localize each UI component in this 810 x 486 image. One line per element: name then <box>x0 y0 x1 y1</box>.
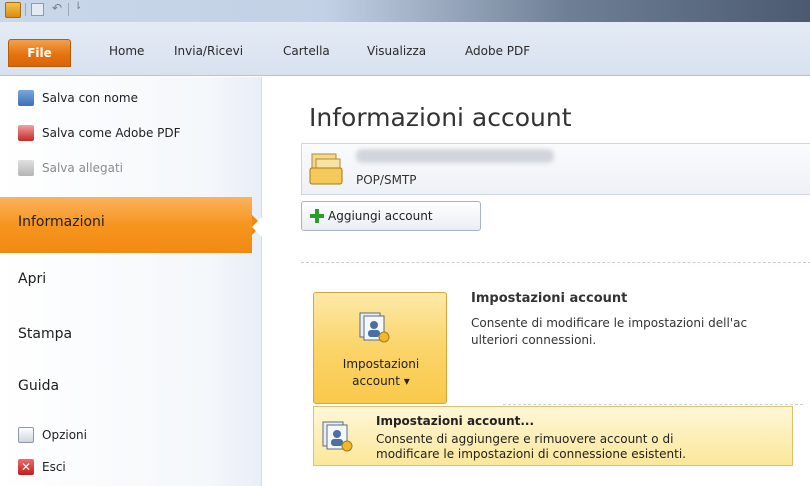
selection-pointer <box>252 217 262 237</box>
section-divider <box>503 404 803 405</box>
options-button[interactable]: Opzioni <box>18 424 87 446</box>
nav-item-guida[interactable]: Guida <box>18 378 59 394</box>
account-settings-button[interactable]: Impostazioni account ▾ <box>313 292 447 404</box>
save-icon[interactable] <box>31 3 44 16</box>
account-settings-icon <box>322 421 353 452</box>
menu-item-title: Impostazioni account... <box>376 414 535 428</box>
tab-home[interactable]: Home <box>109 44 144 64</box>
title-bar: ↶ ⇂ <box>0 0 810 22</box>
page-title: Informazioni account <box>309 103 572 132</box>
exit-button[interactable]: ✕ Esci <box>18 456 66 478</box>
save-attachments-button[interactable]: Salva allegati <box>18 157 123 179</box>
outlook-logo-icon[interactable] <box>5 2 21 18</box>
save-as-pdf-label: Salva come Adobe PDF <box>42 126 181 140</box>
tab-visualizza[interactable]: Visualizza <box>367 44 426 64</box>
undo-icon[interactable]: ↶ <box>52 1 62 15</box>
adobe-pdf-icon <box>18 125 34 141</box>
tab-cartella[interactable]: Cartella <box>283 44 330 64</box>
customize-qat-icon[interactable]: ⇂ <box>74 1 82 12</box>
nav-item-stampa[interactable]: Stampa <box>18 326 72 342</box>
plus-icon <box>310 209 324 223</box>
backstage-nav: Salva con nome Salva come Adobe PDF Salv… <box>0 77 262 486</box>
ribbon-tab-bar: File Home Invia/Ricevi Cartella Visualiz… <box>0 22 810 76</box>
add-account-label: Aggiungi account <box>328 209 433 223</box>
section-title: Impostazioni account <box>471 291 628 306</box>
section-desc-line1: Consente di modificare le impostazioni d… <box>471 316 748 330</box>
menu-item-desc-line2: modificare le impostazioni di connession… <box>376 447 686 461</box>
qat-separator <box>25 3 26 16</box>
menu-item-desc-line1: Consente di aggiungere e rimuovere accou… <box>376 432 674 446</box>
account-settings-label-line2: account ▾ <box>352 374 410 388</box>
exit-label: Esci <box>42 460 66 474</box>
section-desc-line2: ulteriori connessioni. <box>471 333 597 347</box>
section-divider <box>301 262 810 263</box>
tab-invia-ricevi[interactable]: Invia/Ricevi <box>174 44 243 64</box>
account-settings-menu-item[interactable]: Impostazioni account... Consente di aggi… <box>313 406 793 466</box>
save-as-pdf-button[interactable]: Salva come Adobe PDF <box>18 122 181 144</box>
account-email-redacted <box>356 149 554 163</box>
options-label: Opzioni <box>42 428 87 442</box>
account-settings-icon <box>359 312 390 343</box>
account-selector[interactable]: POP/SMTP <box>301 143 810 195</box>
account-type: POP/SMTP <box>356 173 417 187</box>
save-as-button[interactable]: Salva con nome <box>18 87 138 109</box>
add-account-button[interactable]: Aggiungi account <box>301 201 481 231</box>
save-attachments-label: Salva allegati <box>42 161 123 175</box>
tab-adobe-pdf[interactable]: Adobe PDF <box>465 44 530 64</box>
save-attachments-icon <box>18 160 34 176</box>
save-as-icon <box>18 90 34 106</box>
options-icon <box>18 427 34 443</box>
main-content: Informazioni account POP/SMTP Aggiungi a… <box>263 77 810 486</box>
save-as-label: Salva con nome <box>42 91 138 105</box>
menu-item-description: Consente di aggiungere e rimuovere accou… <box>376 432 796 462</box>
section-description: Consente di modificare le impostazioni d… <box>471 315 810 349</box>
nav-item-apri[interactable]: Apri <box>18 271 46 287</box>
nav-item-informazioni[interactable]: Informazioni <box>0 197 262 253</box>
nav-item-label: Informazioni <box>18 214 105 230</box>
account-settings-label-line1: Impostazioni <box>342 357 420 371</box>
exit-icon: ✕ <box>18 459 34 475</box>
qat-separator <box>68 3 69 16</box>
mailbox-icon <box>309 153 343 185</box>
tab-file[interactable]: File <box>8 39 71 67</box>
